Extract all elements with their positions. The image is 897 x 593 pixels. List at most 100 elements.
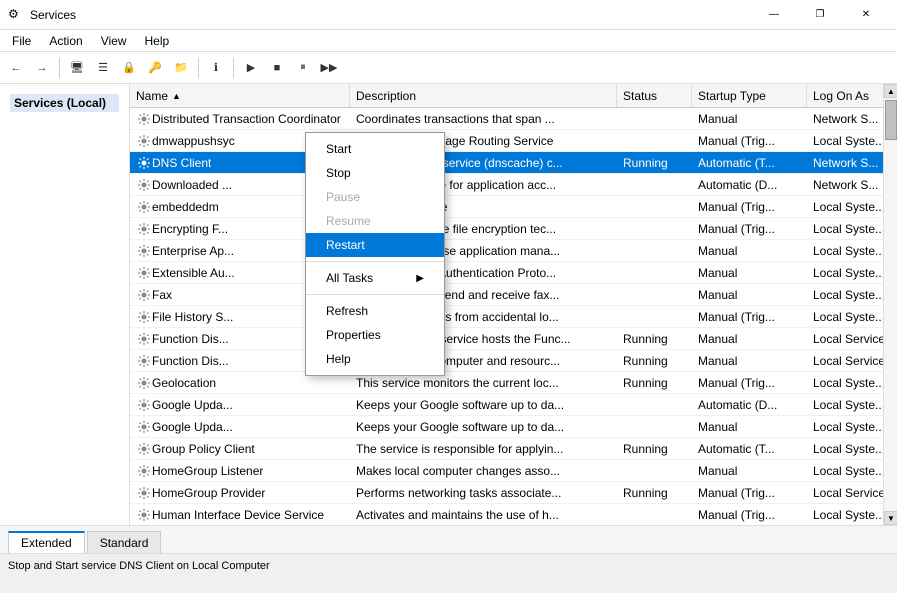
col-header-name[interactable]: Name ▲ <box>130 84 350 107</box>
service-startup: Manual <box>692 284 807 305</box>
table-row[interactable]: Google Upda... Keeps your Google softwar… <box>130 394 897 416</box>
table-row[interactable]: Function Dis... The FDPHOST service host… <box>130 328 897 350</box>
sort-icon: ▲ <box>172 91 181 101</box>
service-status <box>617 504 692 525</box>
service-name: Fax <box>152 288 172 302</box>
service-desc: The service is responsible for applyin..… <box>350 438 617 459</box>
minimize-button[interactable]: — <box>751 0 797 30</box>
service-name: Google Upda... <box>152 398 233 412</box>
status-text: Stop and Start service DNS Client on Loc… <box>8 560 270 572</box>
key-button[interactable]: 🔑 <box>143 56 167 80</box>
list-button[interactable]: ☰ <box>91 56 115 80</box>
context-menu-item-refresh[interactable]: Refresh <box>306 299 444 323</box>
col-header-status[interactable]: Status <box>617 84 692 107</box>
table-row[interactable]: Distributed Transaction Coordinator Coor… <box>130 108 897 130</box>
menu-action[interactable]: Action <box>41 32 90 50</box>
service-startup: Manual (Trig... <box>692 482 807 503</box>
table-row[interactable]: Function Dis... Publishes this computer … <box>130 350 897 372</box>
context-menu-item-help[interactable]: Help <box>306 347 444 371</box>
tab-standard[interactable]: Standard <box>87 531 162 553</box>
computer-button[interactable]: 🖥 <box>65 56 89 80</box>
status-bar: Stop and Start service DNS Client on Loc… <box>0 553 897 577</box>
scroll-thumb[interactable] <box>885 100 897 140</box>
context-menu-item-properties[interactable]: Properties <box>306 323 444 347</box>
service-desc: Performs networking tasks associate... <box>350 482 617 503</box>
pause-button[interactable]: ⏸ <box>291 56 315 80</box>
table-row[interactable]: Group Policy Client The service is respo… <box>130 438 897 460</box>
service-status <box>617 240 692 261</box>
col-header-startup-type[interactable]: Startup Type <box>692 84 807 107</box>
info-button[interactable]: ℹ <box>204 56 228 80</box>
table-row[interactable]: Fax Enables you to send and receive fax.… <box>130 284 897 306</box>
table-row[interactable]: dmwappushsyc WAP Push Message Routing Se… <box>130 130 897 152</box>
service-status <box>617 262 692 283</box>
service-icon <box>136 353 152 369</box>
services-list[interactable]: Distributed Transaction Coordinator Coor… <box>130 108 897 525</box>
service-status: Running <box>617 372 692 393</box>
submenu-arrow: ▶ <box>416 273 424 284</box>
context-menu-item-start[interactable]: Start <box>306 137 444 161</box>
services-area: Name ▲ Description Status Startup Type L… <box>130 84 897 525</box>
scroll-track[interactable] <box>884 98 897 511</box>
service-status: Running <box>617 438 692 459</box>
service-name: Downloaded ... <box>152 178 232 192</box>
menu-file[interactable]: File <box>4 32 39 50</box>
service-startup: Manual <box>692 240 807 261</box>
context-menu-item-all-tasks[interactable]: All Tasks▶ <box>306 266 444 290</box>
table-row[interactable]: Extensible Au... The Extensible Authenti… <box>130 262 897 284</box>
lock-button[interactable]: 🔒 <box>117 56 141 80</box>
service-startup: Manual <box>692 108 807 129</box>
service-name: dmwappushsyc <box>152 134 235 148</box>
folder-button[interactable]: 📁 <box>169 56 193 80</box>
service-icon <box>136 265 152 281</box>
table-row[interactable]: Downloaded ... Windows service for appli… <box>130 174 897 196</box>
table-row[interactable]: Geolocation This service monitors the cu… <box>130 372 897 394</box>
service-name: Function Dis... <box>152 354 229 368</box>
menu-view[interactable]: View <box>93 32 135 50</box>
service-icon <box>136 441 152 457</box>
table-row[interactable]: Encrypting F... Provides the core file e… <box>130 218 897 240</box>
back-button[interactable]: ← <box>4 56 28 80</box>
right-scrollbar[interactable]: ▲ ▼ <box>883 84 897 525</box>
service-icon <box>136 155 152 171</box>
service-status <box>617 394 692 415</box>
menu-bar: File Action View Help <box>0 30 897 52</box>
restore-button[interactable]: ❐ <box>797 0 843 30</box>
bottom-tabs: Extended Standard <box>0 525 897 553</box>
table-row[interactable]: DNS Client The DNS Client service (dnsca… <box>130 152 897 174</box>
table-row[interactable]: HomeGroup Listener Makes local computer … <box>130 460 897 482</box>
service-desc: Makes local computer changes asso... <box>350 460 617 481</box>
context-menu-item-restart[interactable]: Restart <box>306 233 444 257</box>
table-row[interactable]: File History S... Protects user files fr… <box>130 306 897 328</box>
service-icon <box>136 419 152 435</box>
service-icon <box>136 221 152 237</box>
toolbar-separator-3 <box>233 58 234 78</box>
table-row[interactable]: HomeGroup Provider Performs networking t… <box>130 482 897 504</box>
restart-button[interactable]: ▶▶ <box>317 56 341 80</box>
service-icon <box>136 331 152 347</box>
table-row[interactable]: Google Upda... Keeps your Google softwar… <box>130 416 897 438</box>
service-icon <box>136 199 152 215</box>
tab-extended[interactable]: Extended <box>8 531 85 553</box>
menu-help[interactable]: Help <box>137 32 178 50</box>
scroll-down-button[interactable]: ▼ <box>884 511 897 525</box>
stop-button[interactable]: ■ <box>265 56 289 80</box>
table-row[interactable]: embeddedm Embedded Mode Manual (Trig... … <box>130 196 897 218</box>
table-row[interactable]: Human Interface Device Service Activates… <box>130 504 897 525</box>
play-button[interactable]: ▶ <box>239 56 263 80</box>
forward-button[interactable]: → <box>30 56 54 80</box>
service-startup: Automatic (D... <box>692 394 807 415</box>
service-desc: Coordinates transactions that span ... <box>350 108 617 129</box>
close-button[interactable]: ✕ <box>843 0 889 30</box>
table-row[interactable]: Enterprise Ap... Enables enterprise appl… <box>130 240 897 262</box>
col-header-description[interactable]: Description <box>350 84 617 107</box>
context-menu-item-stop[interactable]: Stop <box>306 161 444 185</box>
service-icon <box>136 507 152 523</box>
context-menu-separator <box>306 261 444 262</box>
service-startup: Manual <box>692 460 807 481</box>
service-name: DNS Client <box>152 156 211 170</box>
toolbar-separator-1 <box>59 58 60 78</box>
scroll-up-button[interactable]: ▲ <box>884 84 897 98</box>
service-name: HomeGroup Listener <box>152 464 263 478</box>
service-startup: Manual <box>692 262 807 283</box>
